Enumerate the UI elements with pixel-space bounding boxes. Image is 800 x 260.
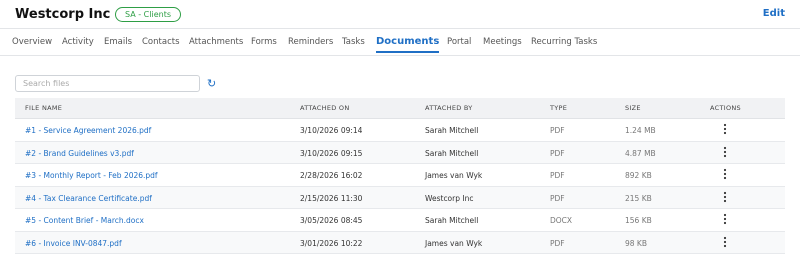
kebab-menu-icon[interactable] bbox=[720, 236, 730, 248]
refresh-icon[interactable]: ↻ bbox=[207, 77, 216, 90]
search-files-input[interactable] bbox=[15, 75, 200, 92]
column-header-attached-by[interactable]: ATTACHED BY bbox=[425, 104, 473, 112]
tab-attachments[interactable]: Attachments bbox=[189, 37, 243, 47]
file-name-link[interactable]: #3 - Monthly Report - Feb 2026.pdf bbox=[25, 171, 158, 180]
file-size: 4.87 MB bbox=[625, 148, 656, 158]
file-size: 156 KB bbox=[625, 216, 652, 225]
column-header-actions: ACTIONS bbox=[710, 104, 741, 112]
file-name-link[interactable]: #1 - Service Agreement 2026.pdf bbox=[25, 126, 151, 135]
attached-by: Sarah Mitchell bbox=[425, 216, 479, 225]
attached-on: 3/10/2026 09:15 bbox=[300, 148, 363, 158]
file-size: 892 KB bbox=[625, 171, 652, 180]
attached-on: 2/28/2026 16:02 bbox=[300, 171, 363, 180]
table-row: #2 - Brand Guidelines v3.pdf 3/10/2026 0… bbox=[15, 141, 785, 164]
attached-on: 3/05/2026 08:45 bbox=[300, 216, 363, 225]
tab-tasks[interactable]: Tasks bbox=[342, 37, 365, 47]
tab-overview[interactable]: Overview bbox=[12, 37, 52, 47]
client-name: Westcorp Inc bbox=[15, 7, 111, 22]
attached-on: 3/01/2026 10:22 bbox=[300, 238, 363, 248]
documents-table: FILE NAME ATTACHED ON ATTACHED BY TYPE S… bbox=[15, 98, 785, 254]
column-header-file-name[interactable]: FILE NAME bbox=[25, 104, 62, 112]
attached-by: Sarah Mitchell bbox=[425, 126, 479, 135]
kebab-menu-icon[interactable] bbox=[720, 168, 730, 180]
file-size: 1.24 MB bbox=[625, 126, 656, 135]
tab-reminders[interactable]: Reminders bbox=[288, 37, 333, 47]
attached-by: James van Wyk bbox=[425, 238, 483, 248]
tab-bar: Overview Activity Emails Contacts Attach… bbox=[0, 28, 800, 56]
client-group-badge[interactable]: SA - Clients bbox=[115, 7, 181, 22]
table-header: FILE NAME ATTACHED ON ATTACHED BY TYPE S… bbox=[15, 98, 785, 119]
file-name-link[interactable]: #6 - Invoice INV-0847.pdf bbox=[25, 239, 122, 248]
table-row: #5 - Content Brief - March.docx 3/05/202… bbox=[15, 209, 785, 232]
tab-emails[interactable]: Emails bbox=[104, 37, 132, 47]
file-type: DOCX bbox=[550, 216, 573, 225]
table-row: #4 - Tax Clearance Certificate.pdf 2/15/… bbox=[15, 186, 785, 209]
edit-button[interactable]: Edit bbox=[763, 8, 785, 19]
kebab-menu-icon[interactable] bbox=[720, 213, 730, 225]
tab-contacts[interactable]: Contacts bbox=[142, 37, 180, 47]
file-type: PDF bbox=[550, 238, 565, 248]
tab-forms[interactable]: Forms bbox=[251, 37, 277, 47]
file-type: PDF bbox=[550, 193, 565, 203]
file-name-link[interactable]: #2 - Brand Guidelines v3.pdf bbox=[25, 149, 134, 158]
table-row: #1 - Service Agreement 2026.pdf 3/10/202… bbox=[15, 119, 785, 142]
file-type: PDF bbox=[550, 171, 565, 180]
kebab-menu-icon[interactable] bbox=[720, 146, 730, 158]
tab-meetings[interactable]: Meetings bbox=[483, 37, 522, 47]
kebab-menu-icon[interactable] bbox=[720, 191, 730, 203]
column-header-type[interactable]: TYPE bbox=[550, 104, 567, 112]
tab-portal[interactable]: Portal bbox=[447, 37, 471, 47]
attached-on: 3/10/2026 09:14 bbox=[300, 126, 363, 135]
attached-on: 2/15/2026 11:30 bbox=[300, 193, 363, 203]
table-row: #3 - Monthly Report - Feb 2026.pdf 2/28/… bbox=[15, 164, 785, 187]
tab-recurring-tasks[interactable]: Recurring Tasks bbox=[531, 37, 597, 47]
table-row: #6 - Invoice INV-0847.pdf 3/01/2026 10:2… bbox=[15, 231, 785, 254]
tab-documents[interactable]: Documents bbox=[376, 36, 440, 53]
file-size: 215 KB bbox=[625, 193, 652, 203]
file-type: PDF bbox=[550, 126, 565, 135]
file-name-link[interactable]: #4 - Tax Clearance Certificate.pdf bbox=[25, 194, 152, 203]
file-size: 98 KB bbox=[625, 238, 647, 248]
kebab-menu-icon[interactable] bbox=[720, 123, 730, 135]
client-header: Westcorp Inc SA - Clients Edit bbox=[0, 0, 800, 28]
file-name-link[interactable]: #5 - Content Brief - March.docx bbox=[25, 216, 144, 225]
tab-activity[interactable]: Activity bbox=[62, 37, 94, 47]
column-header-size[interactable]: SIZE bbox=[625, 104, 641, 112]
file-type: PDF bbox=[550, 148, 565, 158]
attached-by: James van Wyk bbox=[425, 171, 483, 180]
attached-by: Sarah Mitchell bbox=[425, 148, 479, 158]
attached-by: Westcorp Inc bbox=[425, 193, 474, 203]
column-header-attached-on[interactable]: ATTACHED ON bbox=[300, 104, 349, 112]
